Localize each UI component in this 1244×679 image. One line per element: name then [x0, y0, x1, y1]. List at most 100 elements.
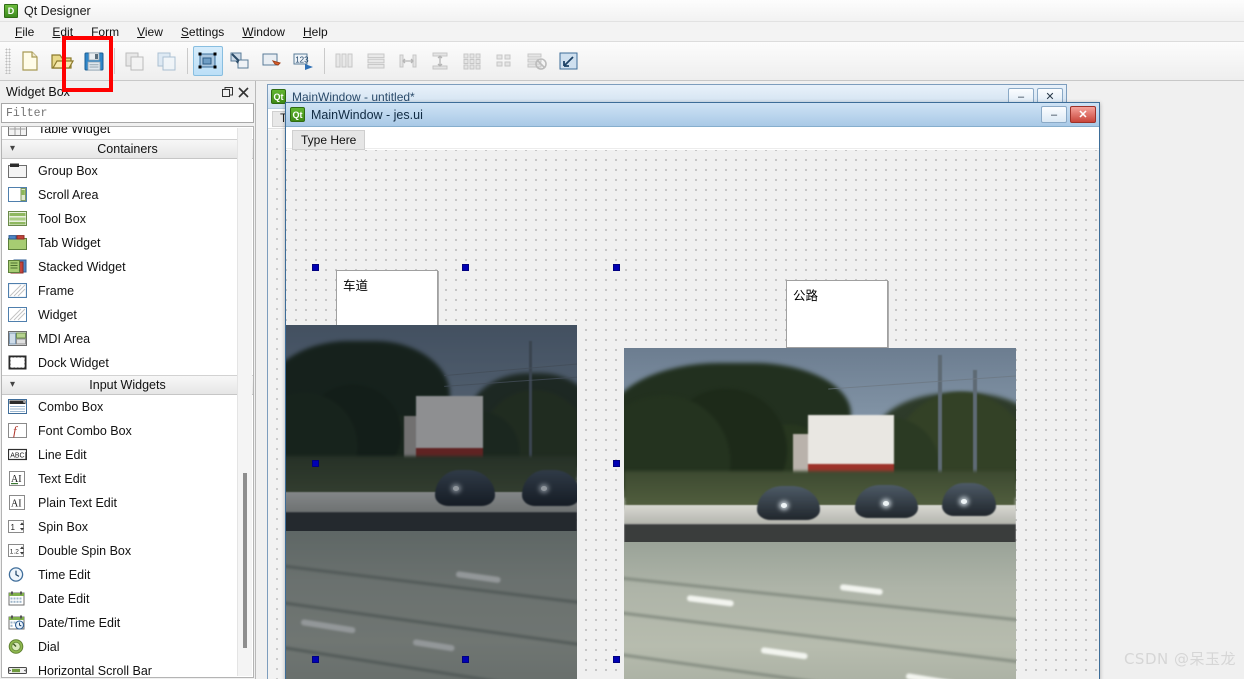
edit-tab-order-icon[interactable]: 123 — [289, 46, 319, 76]
list-item-label: Spin Box — [38, 519, 89, 534]
resize-handle-middle-right[interactable] — [613, 460, 620, 467]
active-window-menubar[interactable]: Type Here — [286, 127, 1099, 150]
list-item-combo-box[interactable]: Combo Box — [2, 395, 253, 419]
mdi-window-jes-ui[interactable]: Qt MainWindow - jes.ui – ✕ Type Here 车道 … — [285, 102, 1100, 679]
menu-item-file[interactable]: File — [6, 23, 43, 41]
resize-handle-bottom-right[interactable] — [613, 656, 620, 663]
edit-buddies-icon[interactable] — [257, 46, 287, 76]
list-item-frame[interactable]: Frame — [2, 279, 253, 303]
qt-logo-icon: Qt — [271, 89, 286, 104]
widget-icon — [8, 306, 29, 323]
break-layout-icon[interactable] — [522, 46, 552, 76]
close-icon[interactable]: ✕ — [1070, 106, 1096, 123]
svg-text:AI: AI — [11, 498, 22, 509]
widget-box-filter-wrap — [0, 103, 255, 123]
list-item[interactable]: Table Widget — [2, 127, 253, 139]
combo-box-icon — [8, 398, 29, 415]
paste-icon[interactable] — [152, 46, 182, 76]
list-item-horizontal-scroll-bar[interactable]: Horizontal Scroll Bar — [2, 659, 253, 677]
save-form-icon[interactable] — [79, 46, 109, 76]
list-item-tool-box[interactable]: Tool Box — [2, 207, 253, 231]
toolbar-grip[interactable] — [5, 48, 11, 74]
label-highway[interactable]: 公路 — [786, 280, 888, 348]
resize-handle-bottom-center[interactable] — [462, 656, 469, 663]
layout-splitter-v-icon[interactable] — [426, 46, 456, 76]
scrollbar-thumb[interactable] — [243, 473, 247, 648]
list-item-tab-widget[interactable]: Tab Widget — [2, 231, 253, 255]
qt-designer-logo-icon: D — [4, 3, 18, 18]
close-icon[interactable] — [235, 84, 251, 100]
list-item-line-edit[interactable]: ABC| Line Edit — [2, 443, 253, 467]
list-item-dock-widget[interactable]: Dock Widget — [2, 351, 253, 375]
menu-item-window[interactable]: Window — [233, 23, 294, 41]
form-canvas[interactable]: 车道 公路 — [286, 150, 1099, 679]
copy-icon[interactable] — [120, 46, 150, 76]
list-item-double-spin-box[interactable]: 1.2 Double Spin Box — [2, 539, 253, 563]
tool-box-icon — [8, 210, 29, 227]
list-item-label: Scroll Area — [38, 187, 99, 202]
list-item-label: Stacked Widget — [38, 259, 126, 274]
list-item-widget[interactable]: Widget — [2, 303, 253, 327]
layout-horizontal-icon[interactable] — [330, 46, 360, 76]
widget-list[interactable]: Table Widget ▾ Containers Group Box Scro… — [1, 126, 254, 678]
undock-icon[interactable] — [219, 84, 235, 100]
menu-item-edit[interactable]: Edit — [43, 23, 82, 41]
svg-text:ABC|: ABC| — [10, 452, 26, 459]
list-item-stacked-widget[interactable]: Stacked Widget — [2, 255, 253, 279]
active-window-titlebar[interactable]: Qt MainWindow - jes.ui – ✕ — [286, 103, 1099, 127]
menu-item-help[interactable]: Help — [294, 23, 337, 41]
list-item-date-edit[interactable]: Date Edit — [2, 587, 253, 611]
resize-handle-top-center[interactable] — [462, 264, 469, 271]
resize-handle-middle-left[interactable] — [312, 460, 319, 467]
tab-widget-icon — [8, 234, 29, 251]
chevron-down-icon: ▾ — [10, 143, 16, 154]
image-lane[interactable] — [286, 325, 577, 679]
type-here-placeholder[interactable]: Type Here — [292, 130, 366, 150]
menu-item-view[interactable]: View — [128, 23, 172, 41]
list-item-plain-text-edit[interactable]: AI Plain Text Edit — [2, 491, 253, 515]
adjust-size-icon[interactable] — [554, 46, 584, 76]
edit-widgets-icon[interactable] — [193, 46, 223, 76]
layout-splitter-h-icon[interactable] — [394, 46, 424, 76]
menu-item-form[interactable]: Form — [82, 23, 128, 41]
list-item-scroll-area[interactable]: Scroll Area — [2, 183, 253, 207]
list-item-label: Double Spin Box — [38, 543, 132, 558]
widget-list-scrollbar[interactable] — [237, 128, 252, 676]
resize-handle-top-left[interactable] — [312, 264, 319, 271]
list-item-font-combo-box[interactable]: f Font Combo Box — [2, 419, 253, 443]
open-form-icon[interactable] — [47, 46, 77, 76]
scroll-area-icon — [8, 186, 29, 203]
list-item-group-box[interactable]: Group Box — [2, 159, 253, 183]
image-highway[interactable] — [624, 348, 1016, 679]
list-item-dial[interactable]: Dial — [2, 635, 253, 659]
chevron-down-icon: ▾ — [10, 379, 16, 390]
layout-form-icon[interactable] — [490, 46, 520, 76]
layout-vertical-icon[interactable] — [362, 46, 392, 76]
list-item-label: Combo Box — [38, 399, 104, 414]
category-header-containers[interactable]: ▾ Containers — [2, 139, 253, 159]
list-item-date-time-edit[interactable]: Date/Time Edit — [2, 611, 253, 635]
date-time-edit-icon — [8, 615, 29, 631]
application-title-bar: D Qt Designer — [0, 0, 1244, 22]
list-item-label: Table Widget — [38, 127, 111, 136]
minimize-icon[interactable]: – — [1041, 106, 1067, 123]
list-item-mdi-area[interactable]: MDI Area — [2, 327, 253, 351]
font-combo-box-icon: f — [8, 422, 29, 439]
widget-box-dock: Widget Box Filter Table Widget ▾ Contain… — [0, 81, 256, 679]
filter-input[interactable] — [1, 103, 254, 123]
edit-signals-icon[interactable] — [225, 46, 255, 76]
active-window-title: MainWindow - jes.ui — [311, 107, 423, 122]
list-item-time-edit[interactable]: Time Edit — [2, 563, 253, 587]
design-workspace: Qt MainWindow - untitled* – ✕ Type Here … — [257, 81, 1244, 679]
dock-widget-icon — [8, 355, 29, 371]
layout-grid-icon[interactable] — [458, 46, 488, 76]
list-item-spin-box[interactable]: 1 Spin Box — [2, 515, 253, 539]
category-header-input-widgets[interactable]: ▾ Input Widgets — [2, 375, 253, 395]
list-item-label: Date/Time Edit — [38, 615, 121, 630]
resize-handle-top-right[interactable] — [613, 264, 620, 271]
list-item-text-edit[interactable]: AI Text Edit — [2, 467, 253, 491]
menu-item-settings[interactable]: Settings — [172, 23, 233, 41]
main-toolbar: 123 — [0, 42, 1244, 81]
new-form-icon[interactable] — [15, 46, 45, 76]
resize-handle-bottom-left[interactable] — [312, 656, 319, 663]
